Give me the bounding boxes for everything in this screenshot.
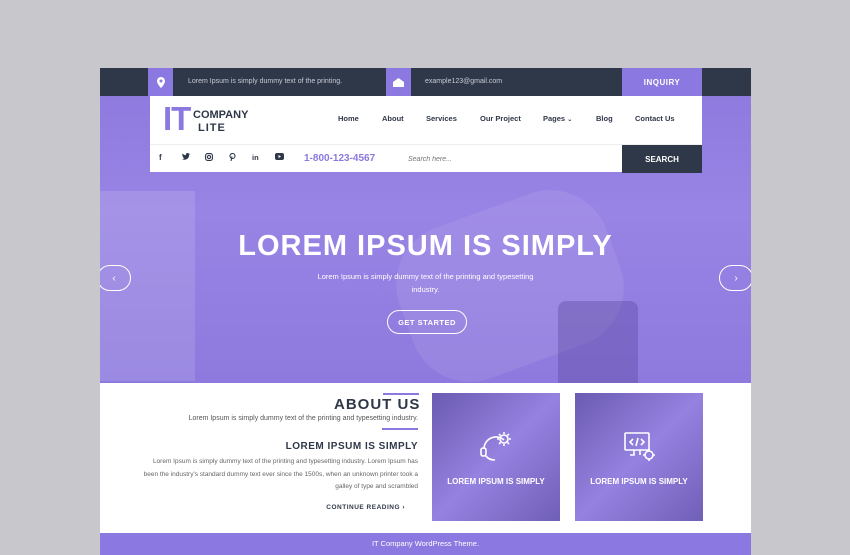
nav-home[interactable]: Home — [338, 114, 359, 123]
phone-number[interactable]: 1-800-123-4567 — [304, 153, 375, 164]
continue-reading-link[interactable]: CONTINUE READING › — [100, 504, 405, 511]
search-input[interactable] — [408, 152, 608, 166]
inquiry-button[interactable]: INQUIRY — [622, 68, 702, 96]
chevron-down-icon: ⌄ — [567, 117, 573, 123]
about-paragraph: Lorem Ipsum is simply dummy text of the … — [143, 458, 418, 490]
nav-about[interactable]: About — [382, 114, 404, 123]
about-title: ABOUT US — [334, 396, 421, 413]
pinterest-icon[interactable] — [229, 152, 236, 163]
location-pin-icon — [148, 68, 173, 96]
chevron-right-icon: › — [734, 272, 738, 284]
slider-prev-button[interactable]: ‹ — [100, 265, 131, 291]
about-heading: LOREM IPSUM IS SIMPLY — [285, 441, 418, 452]
hero-title: LOREM IPSUM IS SIMPLY — [238, 230, 613, 262]
youtube-icon[interactable] — [275, 153, 284, 162]
about-subtitle: Lorem Ipsum is simply dummy text of the … — [188, 415, 418, 422]
chevron-left-icon: ‹ — [112, 272, 116, 284]
about-divider — [382, 428, 418, 430]
slider-next-button[interactable]: › — [719, 265, 751, 291]
get-started-button[interactable]: GET STARTED — [387, 310, 467, 334]
hero-bg-phone — [558, 301, 638, 383]
instagram-icon[interactable] — [205, 153, 213, 163]
hero-subtitle: Lorem Ipsum is simply dummy text of the … — [317, 272, 534, 294]
nav-pages-label: Pages — [543, 114, 566, 123]
top-address: Lorem Ipsum is simply dummy text of the … — [188, 78, 343, 85]
logo-it[interactable]: IT — [163, 101, 191, 137]
code-monitor-icon — [575, 427, 703, 472]
top-email[interactable]: example123@gmail.com — [425, 68, 502, 96]
site-header: IT COMPANY LITE Home About Services Our … — [150, 96, 702, 144]
card-label: LOREM IPSUM IS SIMPLY — [447, 477, 545, 486]
service-card[interactable]: LOREM IPSUM IS SIMPLY — [575, 393, 703, 521]
twitter-icon[interactable] — [182, 153, 190, 162]
support-gear-icon — [432, 427, 560, 472]
about-divider — [383, 393, 419, 395]
search-button[interactable]: SEARCH — [622, 145, 702, 173]
social-search-bar: f in 1-800-123-4567 SEARCH — [150, 144, 702, 173]
top-bar: Lorem Ipsum is simply dummy text of the … — [100, 68, 751, 96]
mail-icon — [386, 68, 411, 96]
nav-our-project[interactable]: Our Project — [480, 114, 521, 123]
linkedin-icon[interactable]: in — [252, 153, 259, 162]
nav-pages[interactable]: Pages ⌄ — [543, 114, 572, 123]
nav-contact[interactable]: Contact Us — [635, 114, 675, 123]
theme-preview: Lorem Ipsum is simply dummy text of the … — [100, 68, 751, 555]
nav-services[interactable]: Services — [426, 114, 457, 123]
footer-bar: IT Company WordPress Theme. — [100, 533, 751, 555]
logo-lite[interactable]: LITE — [198, 122, 226, 134]
logo-company[interactable]: COMPANY — [193, 109, 248, 121]
facebook-icon[interactable]: f — [159, 153, 162, 162]
nav-blog[interactable]: Blog — [596, 114, 613, 123]
service-card[interactable]: LOREM IPSUM IS SIMPLY — [432, 393, 560, 521]
card-label: LOREM IPSUM IS SIMPLY — [590, 477, 688, 486]
